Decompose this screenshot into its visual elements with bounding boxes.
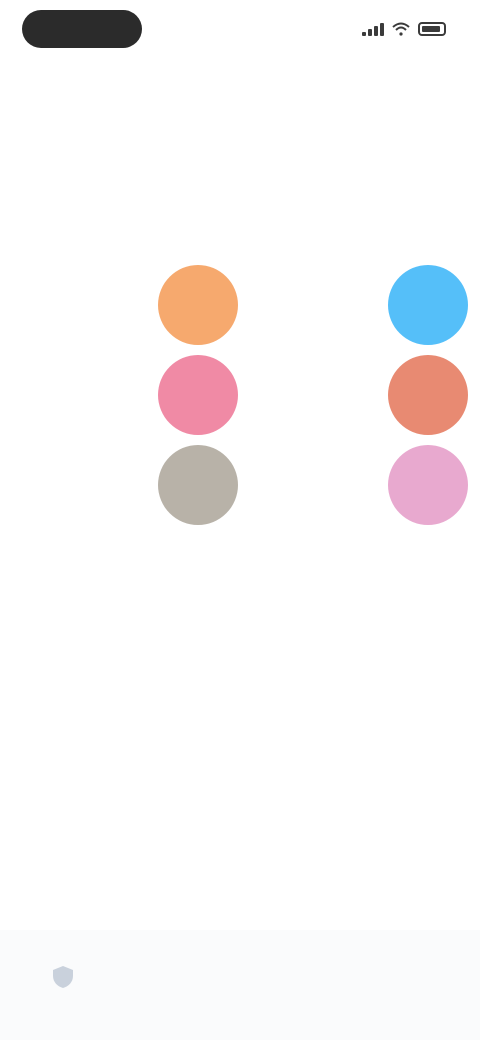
status-bar: [0, 0, 480, 60]
swatch-label: [266, 352, 376, 438]
swatch-label: [38, 352, 148, 438]
wifi-icon: [392, 22, 410, 36]
color-swatch[interactable]: [158, 355, 238, 435]
color-swatch[interactable]: [388, 445, 468, 525]
swatch-label: [38, 442, 148, 528]
swatch-row: [0, 262, 480, 348]
status-icons: [362, 22, 446, 36]
swatch-row: [0, 442, 480, 528]
swatch-row: [0, 352, 480, 438]
color-swatch[interactable]: [158, 445, 238, 525]
color-swatch[interactable]: [158, 265, 238, 345]
swatch-label: [266, 442, 376, 528]
color-swatch[interactable]: [388, 355, 468, 435]
signal-icon: [362, 22, 384, 36]
swatch-label: [38, 262, 148, 348]
color-swatch[interactable]: [388, 265, 468, 345]
battery-icon: [418, 22, 446, 36]
status-time: [22, 10, 142, 48]
shield-icon: [53, 966, 73, 988]
bottom-bar: [0, 930, 480, 1040]
swatch-label: [266, 262, 376, 348]
